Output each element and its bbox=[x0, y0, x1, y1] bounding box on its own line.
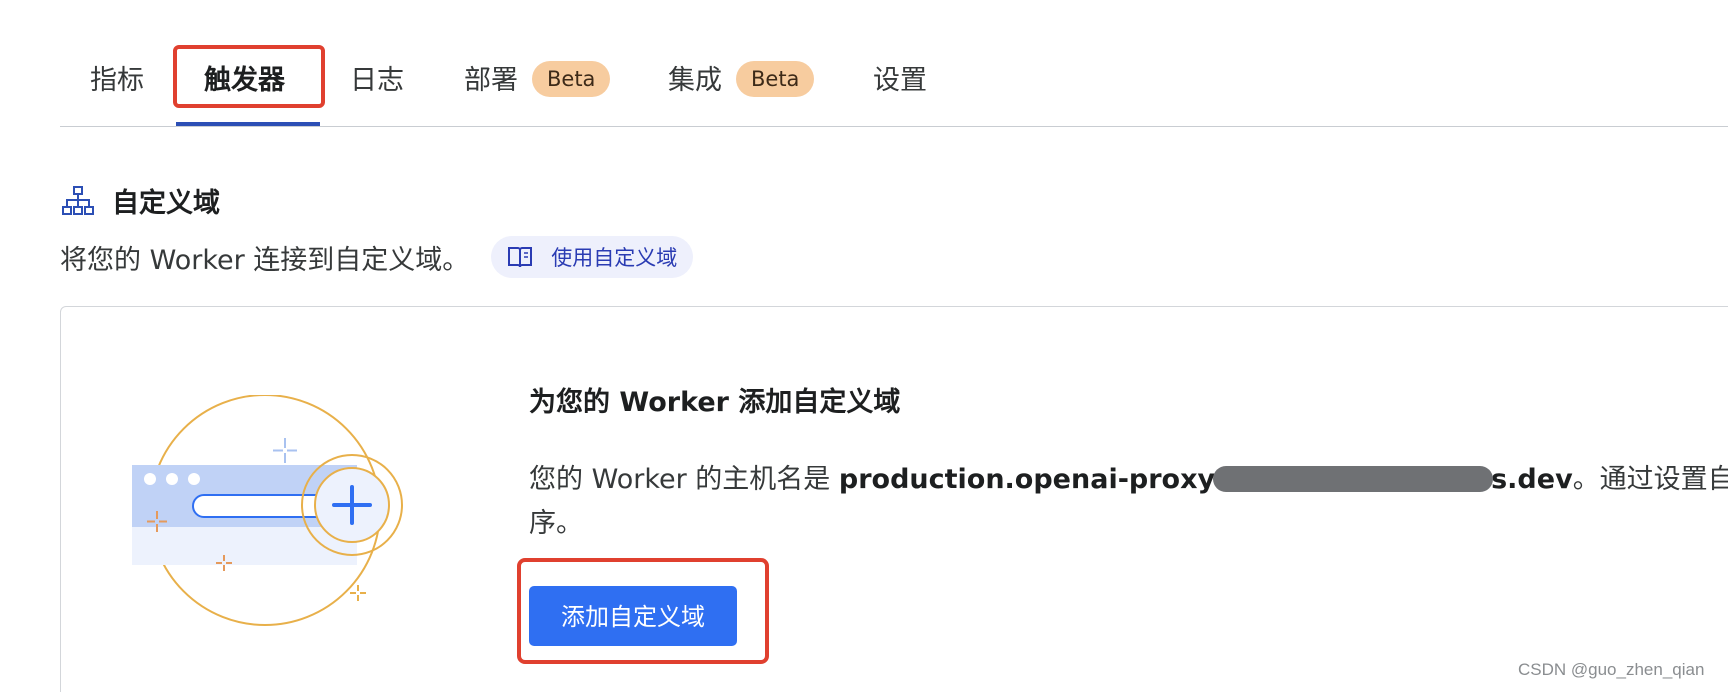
tab-label: 设置 bbox=[873, 65, 927, 96]
watermark: CSDN @guo_zhen_qian bbox=[1518, 660, 1705, 679]
section-description: 将您的 Worker 连接到自定义域。 bbox=[60, 244, 470, 276]
tab-integrations[interactable]: 集成 Beta bbox=[668, 58, 815, 104]
card-body: 您的 Worker 的主机名是 production.openai-proxy s… bbox=[529, 458, 1728, 546]
tab-label: 指标 bbox=[90, 65, 144, 96]
triggers-tab-highlight bbox=[173, 45, 325, 108]
sitemap-icon bbox=[62, 185, 94, 215]
body-suffix: 。通过设置自定 bbox=[1572, 464, 1728, 495]
beta-badge: Beta bbox=[736, 60, 815, 97]
add-custom-domain-button[interactable]: 添加自定义域 bbox=[529, 586, 737, 646]
tab-label: 集成 bbox=[668, 65, 722, 96]
book-icon bbox=[508, 247, 533, 268]
body-prefix: 您的 Worker 的主机名是 bbox=[529, 464, 839, 495]
redacted-block bbox=[1213, 465, 1494, 492]
docs-link[interactable]: 使用自定义域 bbox=[491, 236, 694, 278]
active-tab-underline bbox=[176, 122, 320, 126]
tab-settings[interactable]: 设置 bbox=[873, 58, 927, 104]
body-line-2: 序。 bbox=[529, 508, 583, 539]
page: 指标 触发器 日志 部署 Beta 集成 Beta 设置 自定义域 将您的 Wo… bbox=[0, 0, 1728, 692]
tab-deployments[interactable]: 部署 Beta bbox=[464, 58, 611, 104]
tab-label: 部署 bbox=[464, 65, 518, 96]
tab-bar: 指标 触发器 日志 部署 Beta 集成 Beta 设置 bbox=[60, 40, 1728, 127]
beta-badge: Beta bbox=[532, 60, 611, 97]
hostname-start: production.openai-proxy bbox=[838, 464, 1216, 495]
tab-logs[interactable]: 日志 bbox=[350, 58, 404, 104]
section-description-row: 将您的 Worker 连接到自定义域。 使用自定义域 bbox=[60, 236, 694, 278]
hostname-end: s.dev bbox=[1491, 464, 1573, 495]
browser-add-domain-illustration bbox=[132, 395, 403, 626]
tab-metrics[interactable]: 指标 bbox=[90, 58, 144, 104]
card-heading: 为您的 Worker 添加自定义域 bbox=[529, 387, 901, 418]
section-title: 自定义域 bbox=[112, 188, 220, 219]
tab-label: 日志 bbox=[350, 65, 404, 96]
docs-link-label: 使用自定义域 bbox=[551, 246, 678, 270]
section-header: 自定义域 bbox=[62, 181, 220, 220]
